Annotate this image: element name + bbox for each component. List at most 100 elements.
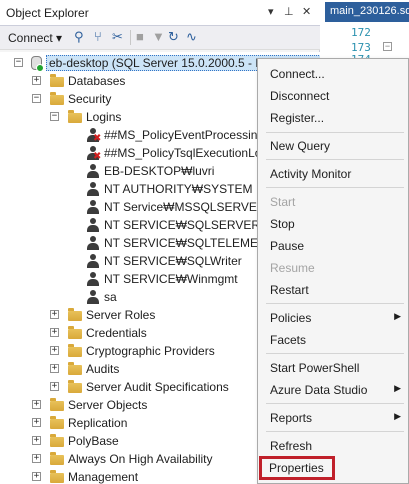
expand-toggle[interactable]: +	[32, 454, 41, 463]
pin-icon[interactable]: ⊥	[284, 5, 294, 18]
tree-node-label: NT Service₩MSSQLSERVER	[104, 200, 266, 214]
tree-node-label: Server Objects	[68, 398, 148, 412]
tree-node-label: Logins	[86, 110, 122, 124]
login-icon	[86, 164, 100, 178]
menu-item-label: Connect...	[270, 67, 325, 81]
refresh-icon[interactable]: ↻	[168, 29, 179, 45]
menu-item-label: Reports	[270, 411, 313, 425]
tree-node-label: Audits	[86, 362, 120, 376]
menu-separator	[266, 403, 404, 404]
connect-button-label: Connect	[8, 31, 53, 45]
connect-object-icon[interactable]: ⚲	[74, 29, 84, 45]
login-icon	[86, 290, 100, 304]
menu-item-resume: Resume	[259, 257, 409, 279]
tree-node-label: Security	[68, 92, 112, 106]
connect-button[interactable]: Connect ▾	[8, 31, 62, 45]
folder-icon	[50, 92, 64, 105]
menu-item-facets[interactable]: Facets	[259, 329, 409, 351]
menu-separator	[266, 187, 404, 188]
menu-item-restart[interactable]: Restart	[259, 279, 409, 301]
login-icon	[86, 182, 100, 196]
toolbar-separator	[130, 30, 131, 45]
folder-icon	[68, 308, 82, 321]
tree-node-label: Server Audit Specifications	[86, 380, 229, 394]
menu-item-properties[interactable]: Properties	[259, 456, 335, 480]
folder-icon	[68, 344, 82, 357]
expand-toggle[interactable]: +	[32, 472, 41, 481]
menu-item-connect[interactable]: Connect...	[259, 63, 409, 85]
expand-toggle[interactable]: +	[32, 418, 41, 427]
menu-item-refresh[interactable]: Refresh	[259, 435, 409, 457]
menu-item-start: Start	[259, 191, 409, 213]
folder-icon	[68, 380, 82, 393]
close-icon[interactable]: ✕	[302, 5, 311, 18]
menu-item-label: Facets	[270, 333, 307, 347]
tree-node-label: Cryptographic Providers	[86, 344, 215, 358]
activity-monitor-icon[interactable]: ∿	[186, 29, 197, 45]
tree-node-label: NT SERVICE₩Winmgmt	[104, 272, 238, 286]
menu-item-start-powershell[interactable]: Start PowerShell	[259, 357, 409, 379]
tree-node-label: NT SERVICE₩SQLTELEMETRY	[104, 236, 282, 250]
collapse-toggle[interactable]: −	[14, 58, 23, 67]
menu-item-label: Azure Data Studio	[270, 383, 368, 397]
dropdown-arrow-icon[interactable]: ▾	[268, 5, 274, 18]
folder-icon	[50, 416, 64, 429]
menu-item-policies[interactable]: Policies ▶	[259, 307, 409, 329]
menu-item-label: New Query	[270, 139, 331, 153]
tab-query-file[interactable]: main_230126.sql	[325, 2, 409, 22]
menu-item-register[interactable]: Register...	[259, 107, 409, 129]
menu-separator	[266, 431, 404, 432]
expand-toggle[interactable]: +	[50, 364, 59, 373]
fold-toggle[interactable]: −	[383, 42, 392, 51]
panel-titlebar: Object Explorer ▾ ⊥ ✕	[0, 0, 320, 26]
menu-item-disconnect[interactable]: Disconnect	[259, 85, 409, 107]
submenu-arrow-icon: ▶	[394, 411, 401, 421]
line-number: 172	[351, 26, 371, 39]
login-icon	[86, 254, 100, 268]
menu-item-pause[interactable]: Pause	[259, 235, 409, 257]
menu-item-reports[interactable]: Reports ▶	[259, 407, 409, 429]
expand-toggle[interactable]: +	[50, 328, 59, 337]
collapse-toggle[interactable]: −	[50, 112, 59, 121]
server-icon	[30, 56, 44, 72]
menu-item-label: Activity Monitor	[270, 167, 352, 181]
folder-icon	[68, 110, 82, 123]
menu-item-label: Restart	[270, 283, 309, 297]
tree-node-label: Server Roles	[86, 308, 156, 322]
menu-item-label: Properties	[269, 461, 324, 475]
expand-toggle[interactable]: +	[50, 382, 59, 391]
disconnect-icon[interactable]: ✂	[112, 29, 123, 45]
expand-toggle[interactable]: +	[32, 400, 41, 409]
folder-icon	[68, 362, 82, 375]
menu-item-label: Policies	[270, 311, 312, 325]
login-icon	[86, 236, 100, 250]
menu-item-label: Pause	[270, 239, 305, 253]
tree-node-label: Databases	[68, 74, 126, 88]
tree-node-label: PolyBase	[68, 434, 119, 448]
tree-node-label: EB-DESKTOP₩luvri	[104, 164, 215, 178]
expand-toggle[interactable]: +	[50, 346, 59, 355]
panel-toolbar: Connect ▾ ⚲ ⑂ ✂ ■ ▼ ↻ ∿	[0, 26, 320, 50]
menu-item-activity-monitor[interactable]: Activity Monitor	[259, 163, 409, 185]
menu-item-azure-data-studio[interactable]: Azure Data Studio ▶	[259, 379, 409, 401]
panel-title: Object Explorer	[6, 6, 89, 20]
tree-node-label: Credentials	[86, 326, 147, 340]
menu-item-stop[interactable]: Stop	[259, 213, 409, 235]
plug-icon[interactable]: ⑂	[94, 29, 102, 44]
folder-icon	[50, 452, 64, 465]
login-disabled-icon: ✖	[86, 146, 101, 162]
menu-separator	[266, 159, 404, 160]
folder-icon	[68, 326, 82, 339]
folder-icon	[50, 434, 64, 447]
folder-icon	[50, 470, 64, 483]
menu-item-new-query[interactable]: New Query	[259, 135, 409, 157]
menu-separator	[266, 353, 404, 354]
submenu-arrow-icon: ▶	[394, 383, 401, 393]
collapse-toggle[interactable]: −	[32, 94, 41, 103]
expand-toggle[interactable]: +	[32, 436, 41, 445]
filter-icon: ▼	[152, 29, 165, 44]
expand-toggle[interactable]: +	[32, 76, 41, 85]
login-disabled-icon: ✖	[86, 128, 101, 144]
context-menu: Connect... Disconnect Register... New Qu…	[257, 58, 409, 484]
expand-toggle[interactable]: +	[50, 310, 59, 319]
